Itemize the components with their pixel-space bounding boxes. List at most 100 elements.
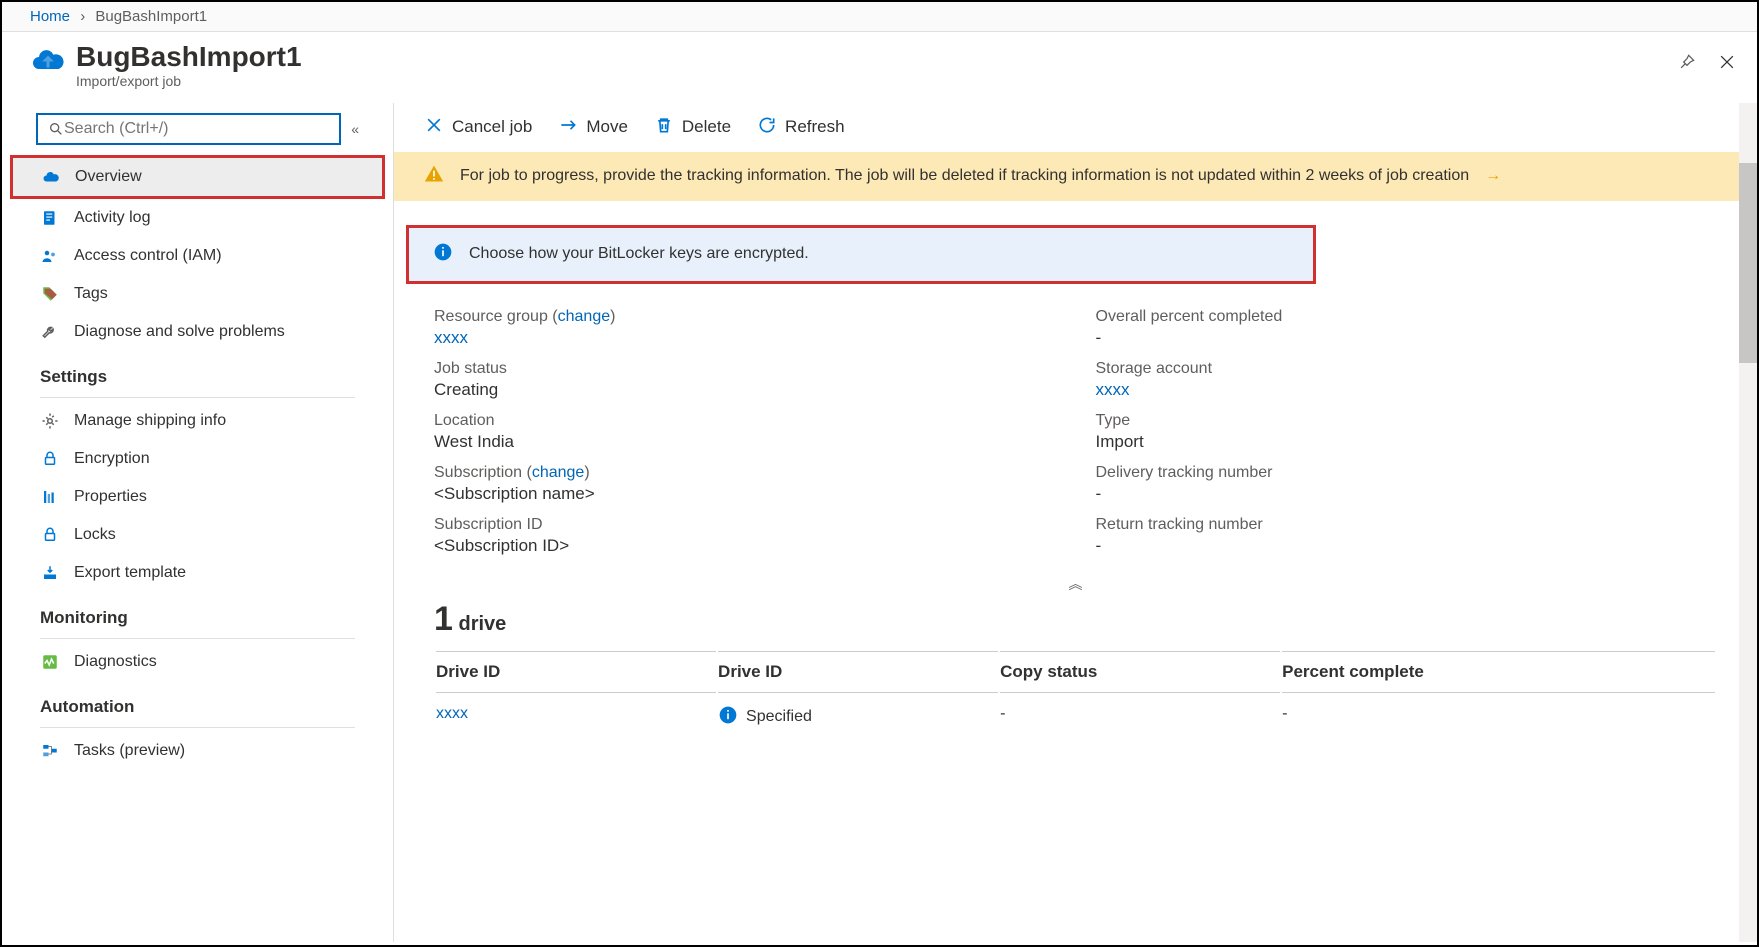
change-link[interactable]: change — [558, 308, 611, 325]
sidebar-item-locks[interactable]: Locks — [2, 516, 393, 554]
page-subtitle: Import/export job — [76, 73, 302, 89]
sidebar-item-encryption[interactable]: Encryption — [2, 440, 393, 478]
search-input[interactable] — [36, 113, 341, 145]
info-icon — [718, 705, 738, 730]
scrollbar-thumb[interactable] — [1739, 163, 1757, 363]
sidebar-item-properties[interactable]: Properties — [2, 478, 393, 516]
banner-text: For job to progress, provide the trackin… — [460, 167, 1469, 185]
main-content: Cancel job Move Delete Refresh For job t… — [394, 103, 1757, 942]
detail-storage-account: Storage account xxxx — [1096, 360, 1718, 400]
sidebar-item-label: Manage shipping info — [74, 412, 226, 430]
sidebar-item-export-template[interactable]: Export template — [2, 554, 393, 592]
details-left: Resource group (change) xxxx Job status … — [434, 308, 1056, 568]
sidebar-item-label: Tags — [74, 285, 108, 303]
th-drive-id2[interactable]: Drive ID — [718, 651, 998, 693]
page-header: BugBashImport1 Import/export job — [2, 32, 1757, 103]
breadcrumb: Home › BugBashImport1 — [2, 2, 1757, 32]
detail-value: Creating — [434, 380, 1056, 400]
sidebar-item-label: Access control (IAM) — [74, 247, 222, 265]
move-button[interactable]: Move — [558, 115, 628, 140]
breadcrumb-separator: › — [80, 8, 85, 25]
sidebar-item-tags[interactable]: Tags — [2, 275, 393, 313]
arrow-right-icon — [558, 115, 578, 140]
search-field[interactable] — [64, 120, 329, 138]
cloud-upload-icon — [30, 42, 66, 78]
divider — [40, 397, 355, 398]
detail-resource-group: Resource group (change) xxxx — [434, 308, 1056, 348]
people-icon — [40, 246, 60, 266]
sidebar-item-label: Activity log — [74, 209, 150, 227]
detail-value[interactable]: xxxx — [434, 328, 1056, 348]
wrench-icon — [40, 322, 60, 342]
sidebar-item-label: Overview — [75, 168, 142, 186]
sidebar-item-shipping[interactable]: Manage shipping info — [2, 402, 393, 440]
detail-value: <Subscription ID> — [434, 536, 1056, 556]
divider — [40, 727, 355, 728]
drive-status-cell: Specified — [718, 695, 998, 740]
drives-table: Drive ID Drive ID Copy status Percent co… — [434, 649, 1717, 742]
th-percent-complete[interactable]: Percent complete — [1282, 651, 1715, 693]
close-icon[interactable] — [1717, 52, 1737, 75]
toolbar: Cancel job Move Delete Refresh — [394, 103, 1757, 152]
log-icon — [40, 208, 60, 228]
breadcrumb-current: BugBashImport1 — [95, 8, 207, 25]
sidebar-item-tasks[interactable]: Tasks (preview) — [2, 732, 393, 770]
sidebar-item-diagnose[interactable]: Diagnose and solve problems — [2, 313, 393, 351]
button-label: Cancel job — [452, 117, 532, 137]
details-right: Overall percent completed - Storage acco… — [1096, 308, 1718, 568]
sidebar-section-automation: Automation — [2, 681, 393, 721]
detail-job-status: Job status Creating — [434, 360, 1056, 400]
breadcrumb-home[interactable]: Home — [30, 8, 70, 25]
detail-return-tracking: Return tracking number - — [1096, 516, 1718, 556]
sidebar-item-label: Tasks (preview) — [74, 742, 185, 760]
divider — [40, 638, 355, 639]
detail-value[interactable]: xxxx — [1096, 380, 1718, 400]
arrow-right-icon: → — [1485, 167, 1501, 185]
detail-percent-completed: Overall percent completed - — [1096, 308, 1718, 348]
sidebar-item-label: Properties — [74, 488, 147, 506]
sidebar-item-label: Export template — [74, 564, 186, 582]
sidebar-item-label: Locks — [74, 526, 116, 544]
refresh-icon — [757, 115, 777, 140]
refresh-button[interactable]: Refresh — [757, 115, 845, 140]
detail-delivery-tracking: Delivery tracking number - — [1096, 464, 1718, 504]
detail-type: Type Import — [1096, 412, 1718, 452]
detail-subscription: Subscription (change) <Subscription name… — [434, 464, 1056, 504]
details-panel: Resource group (change) xxxx Job status … — [394, 284, 1757, 568]
drive-id-link[interactable]: xxxx — [436, 695, 716, 740]
info-banner[interactable]: Choose how your BitLocker keys are encry… — [406, 225, 1316, 284]
page-title: BugBashImport1 — [76, 42, 302, 73]
sidebar-item-label: Encryption — [74, 450, 150, 468]
scrollbar[interactable] — [1739, 103, 1757, 942]
cancel-job-button[interactable]: Cancel job — [424, 115, 532, 140]
gear-icon — [40, 411, 60, 431]
collapse-details-icon[interactable]: ︽ — [394, 568, 1757, 600]
percent-cell: - — [1282, 695, 1715, 740]
sidebar-item-overview[interactable]: Overview — [10, 155, 385, 199]
detail-value: West India — [434, 432, 1056, 452]
th-copy-status[interactable]: Copy status — [1000, 651, 1280, 693]
detail-value: Import — [1096, 432, 1718, 452]
change-link[interactable]: change — [532, 464, 585, 481]
sidebar-item-activity-log[interactable]: Activity log — [2, 199, 393, 237]
search-icon — [48, 121, 64, 137]
warning-icon — [424, 164, 444, 189]
lock-icon — [40, 449, 60, 469]
sidebar-item-diagnostics[interactable]: Diagnostics — [2, 643, 393, 681]
detail-location: Location West India — [434, 412, 1056, 452]
info-icon — [433, 242, 453, 267]
sidebar-section-monitoring: Monitoring — [2, 592, 393, 632]
collapse-sidebar-icon[interactable]: « — [351, 121, 359, 137]
th-drive-id[interactable]: Drive ID — [436, 651, 716, 693]
properties-icon — [40, 487, 60, 507]
lock-icon — [40, 525, 60, 545]
pin-icon[interactable] — [1677, 52, 1697, 75]
cloud-icon — [41, 167, 61, 187]
table-row: xxxx Specified - - — [436, 695, 1715, 740]
sidebar-section-settings: Settings — [2, 351, 393, 391]
button-label: Refresh — [785, 117, 845, 137]
delete-button[interactable]: Delete — [654, 115, 731, 140]
trash-icon — [654, 115, 674, 140]
sidebar-item-access-control[interactable]: Access control (IAM) — [2, 237, 393, 275]
warning-banner[interactable]: For job to progress, provide the trackin… — [394, 152, 1757, 201]
